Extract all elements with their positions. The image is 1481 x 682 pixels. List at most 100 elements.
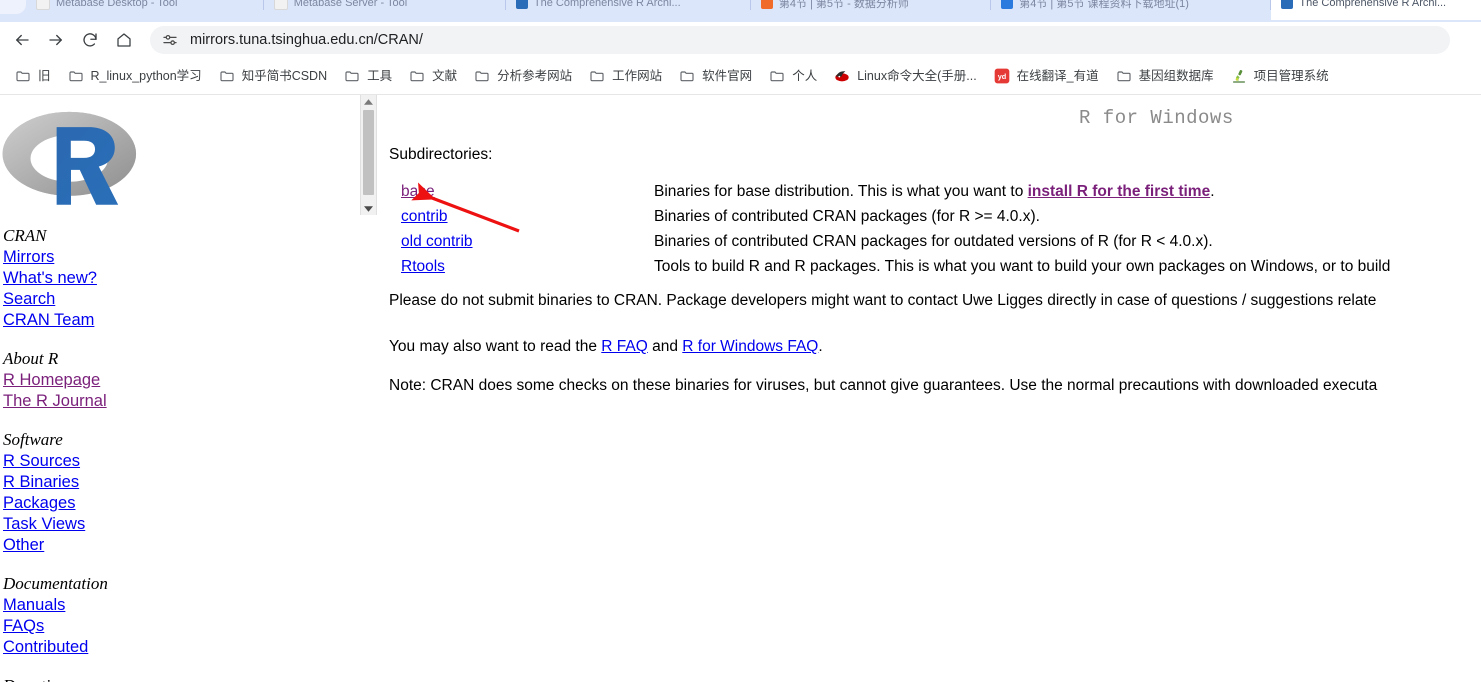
folder-icon — [344, 68, 360, 84]
r-icon — [515, 0, 528, 9]
browser-tab[interactable]: Metabase Desktop - Tool — [26, 0, 263, 20]
subdirectory-link-base[interactable]: base — [401, 183, 435, 200]
bookmark-label: 在线翻译_有道 — [1016, 69, 1099, 83]
tab-label: The Comprehensive R Archi... — [533, 0, 681, 9]
subdirectory-description-cell: Binaries for base distribution. This is … — [654, 183, 1215, 201]
sidebar-item-packages[interactable]: Packages — [3, 493, 200, 514]
subdirectories-label: Subdirectories: — [389, 146, 493, 163]
description-text: Binaries for base distribution. This is … — [654, 183, 1028, 200]
folder-icon — [219, 68, 235, 84]
r-faq-link[interactable]: R FAQ — [601, 338, 648, 355]
bookmark-item[interactable]: Linux命令大全(手册... — [827, 64, 983, 88]
sidebar-item-faqs[interactable]: FAQs — [3, 616, 200, 637]
table-row: old contrib Binaries of contributed CRAN … — [389, 233, 1481, 258]
bookmark-item[interactable]: 个人 — [762, 64, 824, 88]
folder-icon — [409, 68, 425, 84]
doc-icon — [273, 0, 288, 10]
youdao-icon: yd — [994, 68, 1010, 84]
bookmark-item[interactable]: 知乎简书CSDN — [212, 64, 334, 88]
bookmark-item[interactable]: 工作网站 — [582, 64, 669, 88]
bookmark-item[interactable]: 项目管理系统 — [1224, 64, 1336, 88]
browser-window: Metabase Desktop - Tool Metabase Server -… — [0, 0, 1481, 682]
table-row: base Binaries for base distribution. This… — [389, 183, 1481, 208]
bookmark-label: 软件官网 — [702, 69, 753, 83]
bookmark-item[interactable]: R_linux_python学习 — [61, 64, 209, 88]
sidebar-item-what-s-new[interactable]: What's new? — [3, 268, 200, 289]
sidebar-item-mirrors[interactable]: Mirrors — [3, 247, 200, 268]
bookmark-item[interactable]: 基因组数据库 — [1109, 64, 1221, 88]
subdirectory-link-old-contrib[interactable]: old contrib — [401, 233, 473, 250]
forward-icon[interactable] — [42, 26, 70, 54]
frame-scrollbar[interactable] — [360, 95, 377, 215]
paragraph-submit-binaries: Please do not submit binaries to CRAN. P… — [389, 292, 1377, 309]
sidebar-nav: CRAN Mirrors What's new? Search CRAN Team Abo… — [0, 225, 200, 682]
page-title: R for Windows — [1079, 107, 1234, 129]
subdirectory-link-contrib[interactable]: contrib — [401, 208, 448, 225]
browser-tab[interactable]: 第4节 | 第5节 课程资料下载地址(1) — [991, 0, 1270, 20]
folder-icon — [679, 68, 695, 84]
bookmark-item[interactable]: 工具 — [337, 64, 399, 88]
bookmark-label: R_linux_python学习 — [90, 69, 202, 83]
paragraph-faq: You may also want to read the R FAQ and … — [389, 338, 823, 356]
sidebar-item-r-homepage[interactable]: R Homepage — [3, 370, 200, 391]
tab-label: 第4节 | 第5节 - 数据分析师 — [778, 0, 909, 10]
sidebar-section-gap — [0, 556, 200, 573]
orange-circle-icon — [760, 0, 773, 9]
sidebar-item-other[interactable]: Other — [3, 535, 200, 556]
tab-label: Metabase Server - Tool — [293, 0, 408, 9]
sidebar-item-search[interactable]: Search — [3, 289, 200, 310]
sidebar-item-r-sources[interactable]: R Sources — [3, 451, 200, 472]
sidebar-section-heading: Documentation — [3, 574, 108, 593]
tab-label: 第4节 | 第5节 课程资料下载地址(1) — [1019, 0, 1189, 10]
back-icon[interactable] — [8, 26, 36, 54]
sidebar-item-contributed[interactable]: Contributed — [3, 637, 200, 658]
browser-tab[interactable]: Metabase Server - Tool — [264, 0, 505, 20]
sidebar-section-heading: Software — [3, 430, 63, 449]
sidebar-item-cran-team[interactable]: CRAN Team — [3, 310, 200, 331]
subdirectories-table: base Binaries for base distribution. This… — [389, 183, 1481, 283]
bookmark-item[interactable]: 软件官网 — [672, 64, 759, 88]
linux-hat-icon — [834, 68, 850, 84]
page-content: CRAN Mirrors What's new? Search CRAN Team Abo… — [0, 95, 1481, 682]
bookmark-item[interactable]: yd 在线翻译_有道 — [987, 64, 1106, 88]
bookmark-label: 工作网站 — [612, 69, 663, 83]
subdirectory-description-cell: Binaries of contributed CRAN packages fo… — [654, 233, 1213, 251]
install-r-first-time-link[interactable]: install R for the first time — [1028, 183, 1211, 200]
scroll-up-arrow-icon[interactable] — [361, 95, 376, 108]
sidebar-section-gap — [0, 412, 200, 429]
r-windows-faq-link[interactable]: R for Windows FAQ — [682, 338, 818, 355]
scrollbar-thumb[interactable] — [363, 110, 374, 195]
browser-tab[interactable]: 第4节 | 第5节 - 数据分析师 — [751, 0, 990, 20]
bookmark-item[interactable]: 分析参考网站 — [467, 64, 579, 88]
microscope-icon — [1231, 68, 1247, 84]
subdirectory-name-cell: old contrib — [389, 233, 654, 251]
r-icon — [1281, 0, 1294, 9]
bookmark-label: 个人 — [792, 69, 818, 83]
sidebar-section-heading: About R — [3, 349, 59, 368]
url-text: mirrors.tuna.tsinghua.edu.cn/CRAN/ — [190, 32, 423, 48]
bookmark-label: Linux命令大全(手册... — [857, 69, 977, 83]
tab-label: The Comprehensive R Archi... — [1299, 0, 1447, 9]
address-bar[interactable]: mirrors.tuna.tsinghua.edu.cn/CRAN/ — [150, 26, 1450, 54]
sidebar-section-gap — [0, 658, 200, 675]
sidebar-item-task-views[interactable]: Task Views — [3, 514, 200, 535]
sidebar-item-r-binaries[interactable]: R Binaries — [3, 472, 200, 493]
bookmark-item[interactable]: 旧 — [8, 64, 58, 88]
reload-icon[interactable] — [76, 26, 104, 54]
browser-tab[interactable]: The Comprehensive R Archi... — [1271, 0, 1481, 20]
home-icon[interactable] — [110, 26, 138, 54]
browser-tab[interactable]: The Comprehensive R Archi... — [506, 0, 750, 20]
faq-text-before: You may also want to read the — [389, 338, 602, 355]
site-settings-icon[interactable] — [162, 32, 178, 48]
scroll-down-arrow-icon[interactable] — [361, 202, 376, 215]
bookmark-label: 工具 — [367, 69, 393, 83]
sidebar-item-manuals[interactable]: Manuals — [3, 595, 200, 616]
bookmark-label: 旧 — [38, 69, 51, 83]
r-logo-icon — [2, 111, 137, 205]
bookmark-item[interactable]: 文献 — [402, 64, 464, 88]
sidebar-item-the-r-journal[interactable]: The R Journal — [3, 391, 200, 412]
subdirectory-link-rtools[interactable]: Rtools — [401, 258, 445, 275]
tabstrip-left-cap — [0, 0, 26, 14]
faq-text-mid: and — [647, 338, 683, 355]
doc-icon — [36, 0, 50, 10]
